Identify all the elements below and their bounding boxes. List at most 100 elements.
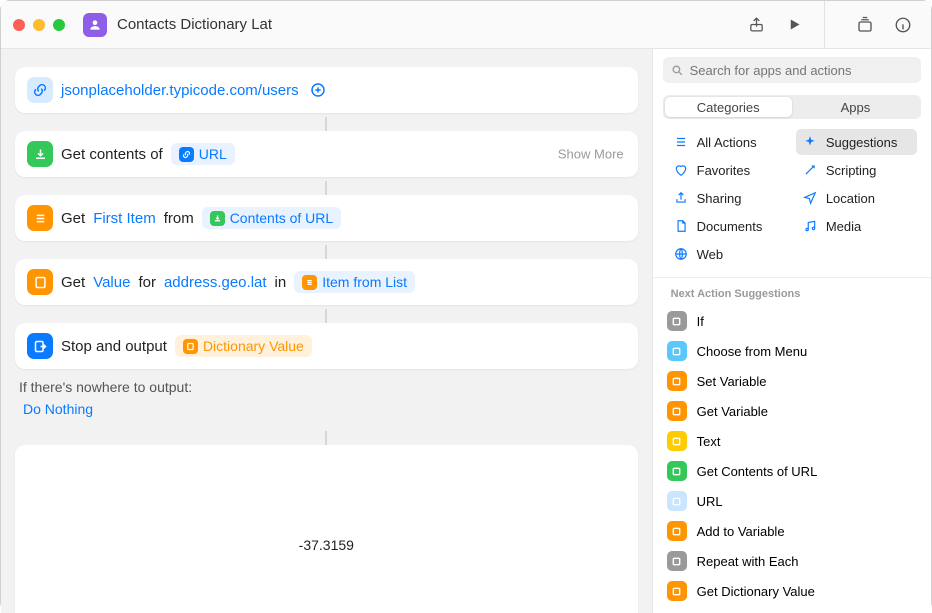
suggestion-item[interactable]: If — [653, 306, 931, 336]
suggestion-item[interactable]: URL — [653, 486, 931, 516]
suggestion-item[interactable]: Get Dictionary Value — [653, 576, 931, 606]
minimize-window-button[interactable] — [33, 19, 45, 31]
shortcut-title: Contacts Dictionary Lat — [117, 16, 272, 33]
cat-media[interactable]: Media — [796, 213, 917, 239]
shortcut-icon — [83, 13, 107, 37]
window-controls — [13, 19, 65, 31]
action-get-value[interactable]: Get Value for address.geo.lat in Item fr… — [15, 259, 638, 305]
text: Get — [61, 210, 85, 227]
output-icon — [27, 333, 53, 359]
run-button[interactable] — [778, 11, 810, 39]
suggestion-label: Get Dictionary Value — [697, 584, 815, 599]
share-icon — [673, 190, 689, 206]
cat-scripting[interactable]: Scripting — [796, 157, 917, 183]
suggestion-item[interactable]: Add to Variable — [653, 516, 931, 546]
contents-of-url-token[interactable]: Contents of URL — [202, 207, 342, 229]
close-window-button[interactable] — [13, 19, 25, 31]
suggestion-label: Set Variable — [697, 374, 767, 389]
dictionary-value-token[interactable]: Dictionary Value — [175, 335, 312, 357]
result-preview: -37.3159 — [15, 445, 638, 613]
action-icon — [667, 371, 687, 391]
cat-favorites[interactable]: Favorites — [667, 157, 788, 183]
action-icon — [667, 581, 687, 601]
suggestions-list: If Choose from Menu Set Variable Get Variab… — [653, 306, 931, 613]
suggestion-item[interactable]: Text — [653, 426, 931, 456]
actions-sidebar: Categories Apps All Actions Suggestions … — [652, 49, 931, 613]
suggestion-label: Choose from Menu — [697, 344, 808, 359]
text: from — [164, 210, 194, 227]
location-icon — [802, 190, 818, 206]
action-get-contents[interactable]: Get contents of URL Show More — [15, 131, 638, 177]
action-get-item[interactable]: Get First Item from Contents of URL — [15, 195, 638, 241]
item-from-list-token[interactable]: Item from List — [294, 271, 415, 293]
text: for — [138, 274, 156, 291]
result-value: -37.3159 — [299, 537, 354, 553]
workflow-canvas[interactable]: jsonplaceholder.typicode.com/users Get c… — [1, 49, 652, 613]
globe-icon — [673, 246, 689, 262]
document-icon — [673, 218, 689, 234]
search-icon — [671, 64, 684, 77]
suggestions-header: Next Action Suggestions — [653, 277, 931, 306]
cat-suggestions[interactable]: Suggestions — [796, 129, 917, 155]
cat-all-actions[interactable]: All Actions — [667, 129, 788, 155]
suggestion-item[interactable]: Set Variable — [653, 366, 931, 396]
nowhere-label: If there's nowhere to output: — [15, 379, 638, 395]
library-toggle-button[interactable] — [849, 11, 881, 39]
tab-categories[interactable]: Categories — [665, 97, 792, 117]
action-icon — [667, 461, 687, 481]
action-icon — [667, 521, 687, 541]
value-param[interactable]: Value — [93, 274, 130, 291]
suggestion-label: Get Contents of URL — [697, 464, 818, 479]
music-icon — [802, 218, 818, 234]
search-input[interactable] — [690, 63, 913, 78]
list-icon — [302, 275, 317, 290]
tab-apps[interactable]: Apps — [792, 97, 919, 117]
suggestion-label: Text — [697, 434, 721, 449]
dictionary-icon — [183, 339, 198, 354]
show-more-button[interactable]: Show More — [558, 147, 624, 162]
action-label: Get contents of — [61, 146, 163, 163]
cat-documents[interactable]: Documents — [667, 213, 788, 239]
suggestion-item[interactable]: Choose from Menu — [653, 336, 931, 366]
action-stop-output[interactable]: Stop and output Dictionary Value — [15, 323, 638, 369]
heart-icon — [673, 162, 689, 178]
action-icon — [667, 491, 687, 511]
download-icon — [27, 141, 53, 167]
suggestion-label: URL — [697, 494, 723, 509]
cat-sharing[interactable]: Sharing — [667, 185, 788, 211]
segmented-control: Categories Apps — [663, 95, 921, 119]
search-field[interactable] — [663, 57, 921, 83]
do-nothing-option[interactable]: Do Nothing — [15, 401, 638, 417]
suggestion-label: Repeat with Each — [697, 554, 799, 569]
suggestion-label: Get Variable — [697, 404, 768, 419]
cat-web[interactable]: Web — [667, 241, 788, 267]
cat-location[interactable]: Location — [796, 185, 917, 211]
action-icon — [667, 551, 687, 571]
suggestion-item[interactable]: Get Variable — [653, 396, 931, 426]
category-grid: All Actions Suggestions Favorites Script… — [653, 129, 931, 277]
keypath-param[interactable]: address.geo.lat — [164, 274, 267, 291]
list-icon — [27, 205, 53, 231]
wand-icon — [802, 162, 818, 178]
action-icon — [667, 431, 687, 451]
dictionary-icon — [27, 269, 53, 295]
first-item-param[interactable]: First Item — [93, 210, 156, 227]
suggestion-item[interactable]: Repeat with Each — [653, 546, 931, 576]
link-icon — [27, 77, 53, 103]
fullscreen-window-button[interactable] — [53, 19, 65, 31]
url-param-token[interactable]: URL — [171, 143, 235, 165]
text: in — [275, 274, 287, 291]
titlebar: Contacts Dictionary Lat — [1, 1, 931, 49]
suggestion-label: Add to Variable — [697, 524, 785, 539]
share-button[interactable] — [740, 11, 772, 39]
text: Get — [61, 274, 85, 291]
add-url-button[interactable] — [307, 79, 329, 101]
list-icon — [673, 134, 689, 150]
action-label: Stop and output — [61, 338, 167, 355]
action-url[interactable]: jsonplaceholder.typicode.com/users — [15, 67, 638, 113]
info-button[interactable] — [887, 11, 919, 39]
sparkle-icon — [802, 134, 818, 150]
suggestion-item[interactable]: Get Contents of URL — [653, 456, 931, 486]
url-text[interactable]: jsonplaceholder.typicode.com/users — [61, 82, 299, 99]
download-icon — [210, 211, 225, 226]
